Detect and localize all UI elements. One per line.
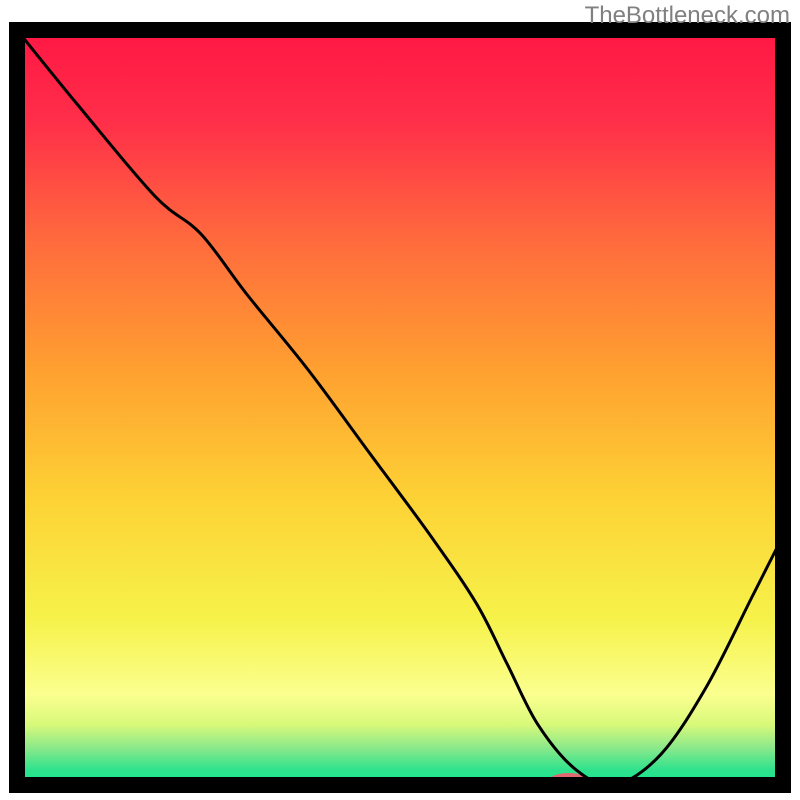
bottleneck-chart bbox=[0, 0, 800, 800]
plot-background bbox=[17, 30, 783, 785]
watermark-text: TheBottleneck.com bbox=[585, 2, 790, 30]
